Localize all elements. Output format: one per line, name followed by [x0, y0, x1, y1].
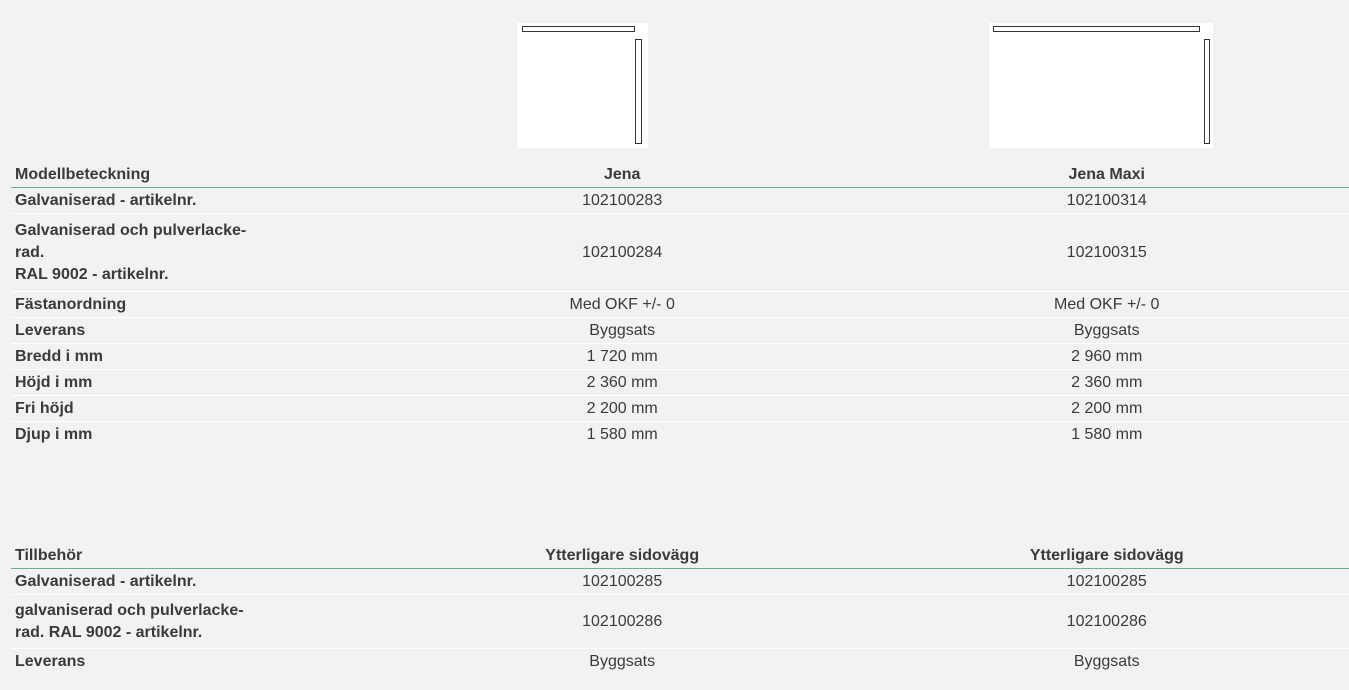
row-value: Byggsats: [1073, 653, 1140, 670]
row-label: Leverans: [15, 653, 86, 670]
row-value: Byggsats: [1073, 321, 1140, 339]
row-value: Med OKF +/- 0: [1054, 295, 1160, 313]
row-value: Byggsats: [589, 321, 656, 339]
accessory-header-col2: Ytterligare sidovägg: [1029, 546, 1184, 564]
spec-header-col2: Jena Maxi: [1068, 165, 1145, 183]
row-label: galvaniserad och pulverlacke- rad. RAL 9…: [15, 601, 244, 641]
row-value: 1 580 mm: [586, 426, 658, 443]
row-value: 2 360 mm: [1071, 373, 1143, 391]
row-value: 102100286: [1066, 612, 1147, 630]
row-value: 102100314: [1066, 191, 1147, 209]
spec-header-label: Modellbeteckning: [15, 165, 151, 183]
row-label: Fästanordning: [15, 295, 127, 313]
table-row: Galvaniserad - artikelnr. 102100285 1021…: [11, 569, 1349, 595]
row-label: Galvaniserad - artikelnr.: [15, 572, 197, 590]
row-value: 2 360 mm: [586, 373, 658, 391]
spec-header-col1: Jena: [603, 165, 641, 183]
row-value: 102100283: [582, 191, 663, 209]
accessory-header-col1: Ytterligare sidovägg: [545, 546, 700, 564]
jena-diagram: [517, 23, 648, 148]
accessory-header-label: Tillbehör: [15, 546, 83, 564]
table-row: Leverans Byggsats Byggsats: [11, 649, 1349, 675]
row-value: 2 960 mm: [1071, 347, 1143, 365]
jena-maxi-diagram: [989, 23, 1213, 148]
spec-table: Modellbeteckning Jena Jena Maxi Galvanis…: [11, 14, 1349, 448]
table-row: Leverans Byggsats Byggsats: [11, 318, 1349, 344]
row-value: 1 720 mm: [586, 347, 658, 365]
row-value: 102100285: [582, 572, 663, 590]
table-row: Fri höjd 2 200 mm 2 200 mm: [11, 396, 1349, 422]
row-label: Leverans: [15, 321, 86, 339]
accessory-header-row: Tillbehör Ytterligare sidovägg Ytterliga…: [11, 543, 1349, 569]
row-value: 102100284: [582, 243, 663, 261]
row-value: 2 200 mm: [1071, 399, 1143, 417]
table-row: Galvaniserad - artikelnr. 102100283 1021…: [11, 188, 1349, 214]
row-value: 102100285: [1066, 572, 1147, 590]
row-label: Fri höjd: [15, 399, 74, 417]
table-row: Fästanordning Med OKF +/- 0 Med OKF +/- …: [11, 292, 1349, 318]
row-label: Djup i mm: [15, 426, 93, 443]
table-row: Bredd i mm 1 720 mm 2 960 mm: [11, 344, 1349, 370]
table-row: Djup i mm 1 580 mm 1 580 mm: [11, 422, 1349, 448]
row-value: 102100286: [582, 612, 663, 630]
table-row: Galvaniserad och pulverlacke- rad. RAL 9…: [11, 214, 1349, 292]
row-label: Bredd i mm: [15, 347, 104, 365]
product-images-row: [11, 14, 1349, 162]
spec-header-row: Modellbeteckning Jena Jena Maxi: [11, 162, 1349, 188]
table-row: Höjd i mm 2 360 mm 2 360 mm: [11, 370, 1349, 396]
row-label: Galvaniserad - artikelnr.: [15, 191, 197, 209]
row-label: Höjd i mm: [15, 373, 93, 391]
row-value: Med OKF +/- 0: [569, 295, 675, 313]
row-value: 2 200 mm: [586, 399, 658, 417]
row-label: Galvaniserad och pulverlacke- rad. RAL 9…: [15, 221, 247, 283]
row-value: 102100315: [1066, 243, 1147, 261]
page: Modellbeteckning Jena Jena Maxi Galvanis…: [0, 0, 1349, 690]
accessory-table: Tillbehör Ytterligare sidovägg Ytterliga…: [11, 543, 1349, 675]
row-value: Byggsats: [589, 653, 656, 670]
row-value: 1 580 mm: [1071, 426, 1143, 443]
table-row: galvaniserad och pulverlacke- rad. RAL 9…: [11, 595, 1349, 649]
